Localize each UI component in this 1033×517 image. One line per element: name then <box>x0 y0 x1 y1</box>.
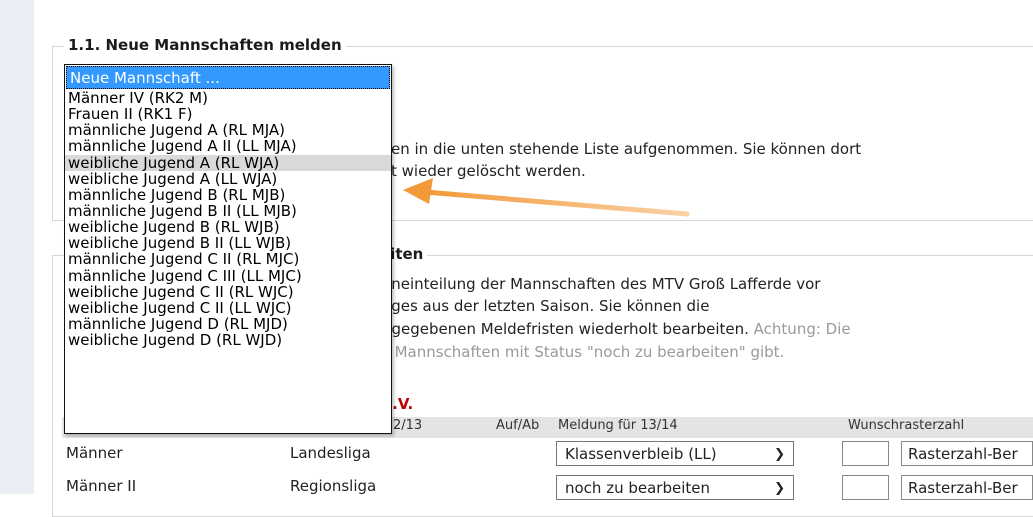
dropdown-option[interactable]: männliche Jugend D (RL MJD) <box>65 316 391 332</box>
dropdown-option[interactable]: weibliche Jugend C II (LL WJC) <box>65 300 391 316</box>
team-name: Männer <box>66 444 123 462</box>
dropdown-option[interactable]: weibliche Jugend B II (LL WJB) <box>65 235 391 251</box>
dropdown-option[interactable]: männliche Jugend C II (RL MJC) <box>65 251 391 267</box>
section2-text-line1: eneinteilung der Mannschaften des MTV Gr… <box>382 275 821 293</box>
section2-text-line3: ngegebenen Meldefristen wiederholt bearb… <box>382 317 851 341</box>
meldung-select[interactable]: noch zu bearbeiten ❯ <box>556 475 794 500</box>
dropdown-option[interactable]: männliche Jugend A (RL MJA) <box>65 122 391 138</box>
dropdown-option[interactable]: weibliche Jugend C II (RL WJC) <box>65 284 391 300</box>
meldung-select-value: Klassenverbleib (LL) <box>565 445 717 463</box>
dropdown-option[interactable]: Neue Mannschaft ... <box>66 66 390 89</box>
dropdown-option[interactable]: weibliche Jugend A (LL WJA) <box>65 171 391 187</box>
dropdown-option[interactable]: Männer IV (RK2 M) <box>65 90 391 106</box>
dropdown-option[interactable]: männliche Jugend A II (LL MJA) <box>65 138 391 154</box>
dropdown-option-highlighted[interactable]: weibliche Jugend A (RL WJA) <box>65 154 391 171</box>
rasterzahl-select[interactable]: Rasterzahl-Ber <box>901 441 1033 466</box>
section-title-new-teams: 1.1. Neue Mannschaften melden <box>64 36 346 54</box>
wunschrasterzahl-input[interactable] <box>842 475 889 500</box>
section2-text-line4: s Mannschaften mit Status "noch zu bearb… <box>382 343 785 361</box>
dropdown-option[interactable]: männliche Jugend C III (LL MJC) <box>65 268 391 284</box>
section2-text-line2: eges aus der letzten Saison. Sie können … <box>382 297 710 315</box>
th-season: 2/13 <box>393 418 423 433</box>
team-name: Männer II <box>66 477 137 495</box>
meldung-select[interactable]: Klassenverbleib (LL) ❯ <box>556 441 794 466</box>
chevron-down-icon: ❯ <box>774 481 785 496</box>
section2-text-line3-main: ngegebenen Meldefristen wiederholt bearb… <box>382 320 749 338</box>
th-wunschrasterzahl: Wunschrasterzahl <box>848 418 965 433</box>
new-team-dropdown-list[interactable]: Neue Mannschaft ... Männer IV (RK2 M) Fr… <box>64 64 392 434</box>
rasterzahl-select-value: Rasterzahl-Ber <box>908 445 1018 463</box>
dropdown-option[interactable]: männliche Jugend B II (LL MJB) <box>65 203 391 219</box>
rasterzahl-select[interactable]: Rasterzahl-Ber <box>901 475 1033 500</box>
section1-text-line1: en in die unten stehende Liste aufgenomm… <box>391 140 862 158</box>
dropdown-option[interactable]: weibliche Jugend B (RL WJB) <box>65 219 391 235</box>
rasterzahl-select-value: Rasterzahl-Ber <box>908 479 1018 497</box>
th-meldung: Meldung für 13/14 <box>558 418 678 433</box>
left-side-strip <box>0 0 34 494</box>
team-league: Landesliga <box>290 444 371 462</box>
th-auf-ab: Auf/Ab <box>496 418 540 433</box>
team-league: Regionsliga <box>290 477 377 495</box>
dropdown-option[interactable]: Frauen II (RK1 F) <box>65 106 391 122</box>
annotation-arrow-icon <box>403 178 690 217</box>
chevron-down-icon: ❯ <box>774 447 785 462</box>
wunschrasterzahl-input[interactable] <box>842 441 889 466</box>
meldung-select-value: noch zu bearbeiten <box>565 479 710 497</box>
dropdown-option[interactable]: weibliche Jugend D (RL WJD) <box>65 332 391 348</box>
section2-text-line3-warning: Achtung: Die <box>748 320 851 338</box>
dropdown-option[interactable]: männliche Jugend B (RL MJB) <box>65 187 391 203</box>
